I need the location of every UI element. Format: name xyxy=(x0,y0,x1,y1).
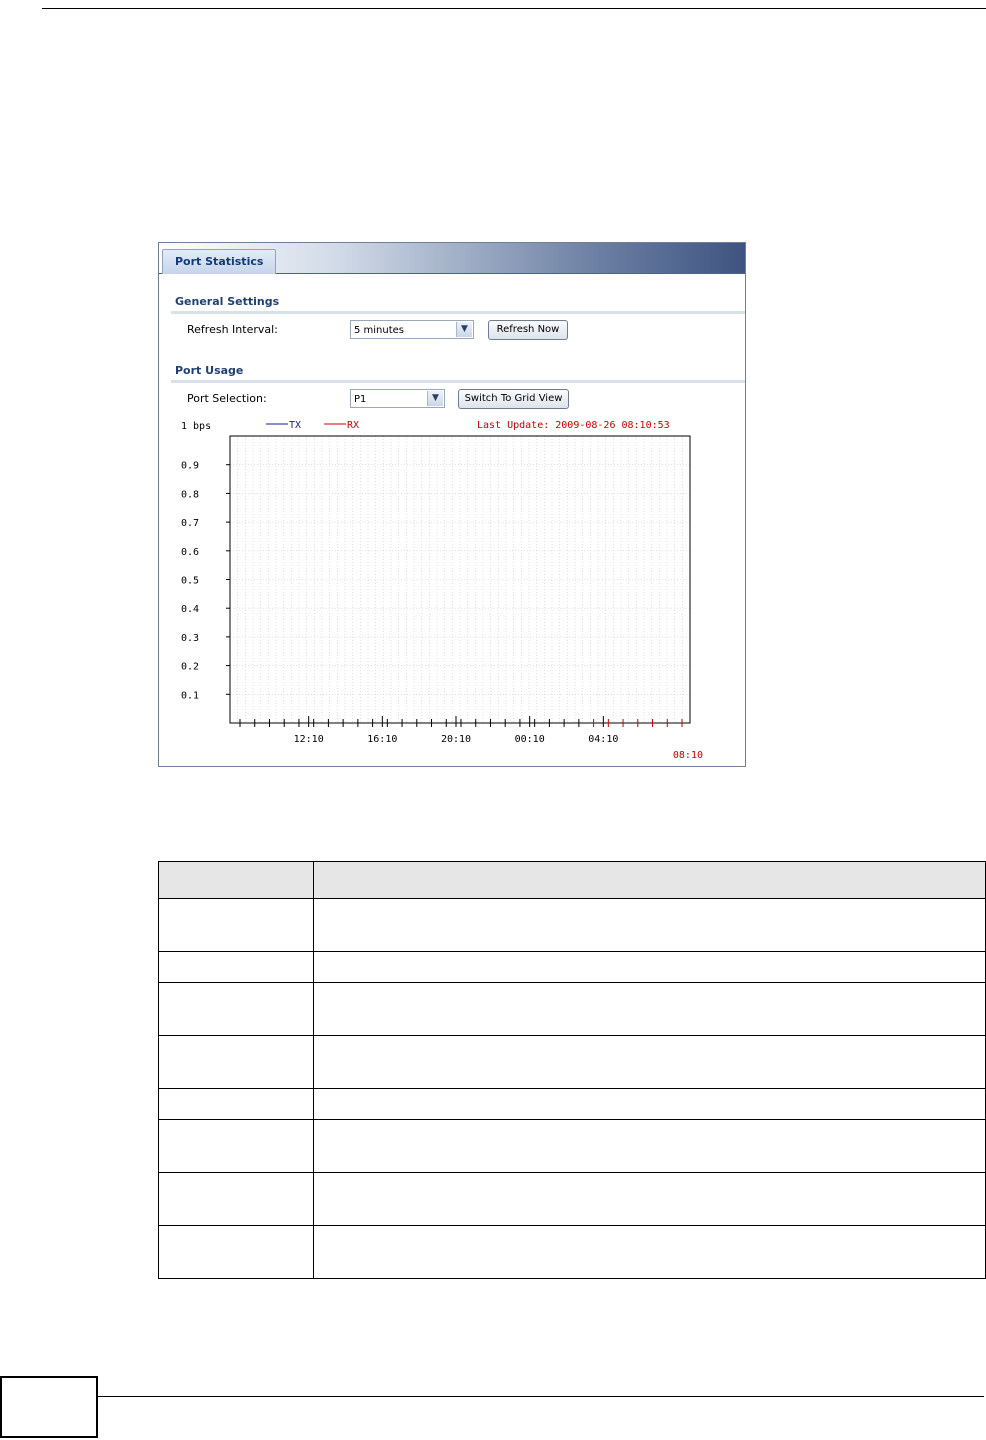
refresh-interval-label: Refresh Interval: xyxy=(187,323,278,336)
y-axis: 0.9 0.8 0.7 0.6 0.5 0.4 0.3 0.2 0.1 1 bps xyxy=(181,421,230,701)
table-row xyxy=(158,898,986,952)
port-usage-title: Port Usage xyxy=(175,364,244,377)
table-row xyxy=(158,951,986,983)
table-row xyxy=(158,1119,986,1173)
table-cell-description xyxy=(313,1088,986,1120)
table-cell-description xyxy=(313,1119,986,1173)
y-tick-label: 0.3 xyxy=(181,633,199,644)
table-cell-label xyxy=(158,1088,314,1120)
switch-to-grid-view-button[interactable]: Switch To Grid View xyxy=(458,389,569,409)
table-cell-description xyxy=(313,1172,986,1226)
table-cell-label xyxy=(158,1172,314,1226)
footer-rule xyxy=(98,1396,984,1397)
chevron-down-icon[interactable]: ▼ xyxy=(456,322,472,337)
table-row xyxy=(158,1225,986,1279)
table-header-label xyxy=(158,861,314,899)
table-cell-description xyxy=(313,982,986,1036)
page-number-box xyxy=(0,1376,98,1438)
y-tick-label: 0.9 xyxy=(181,461,199,472)
x-tick-label: 16:10 xyxy=(367,734,397,745)
general-settings-title: General Settings xyxy=(175,295,280,308)
table-cell-label xyxy=(158,951,314,983)
port-selection-select[interactable]: P1 ▼ xyxy=(350,389,445,408)
table-cell-label xyxy=(158,1035,314,1089)
port-selection-value: P1 xyxy=(354,394,367,405)
table-row xyxy=(158,982,986,1036)
panel-header: Port Statistics xyxy=(159,243,745,274)
port-usage-chart: 0.9 0.8 0.7 0.6 0.5 0.4 0.3 0.2 0.1 1 bps 12:10 16… xyxy=(181,420,703,761)
table-cell-label xyxy=(158,1119,314,1173)
x-tick-label: 00:10 xyxy=(515,734,545,745)
table-header-row xyxy=(158,861,986,899)
x-tick-label: 12:10 xyxy=(294,734,324,745)
y-axis-label: 1 bps xyxy=(181,421,211,432)
port-selection-label: Port Selection: xyxy=(187,392,267,405)
section-divider xyxy=(171,311,745,314)
y-tick-label: 0.8 xyxy=(181,489,199,500)
y-tick-label: 0.4 xyxy=(181,604,199,615)
x-tick-label: 20:10 xyxy=(441,734,471,745)
table-cell-description xyxy=(313,1035,986,1089)
x-tick-label: 04:10 xyxy=(588,734,618,745)
chevron-down-icon[interactable]: ▼ xyxy=(427,391,443,406)
table-row xyxy=(158,1088,986,1120)
table-row xyxy=(158,1172,986,1226)
table-row xyxy=(158,1035,986,1089)
table-cell-description xyxy=(313,1225,986,1279)
last-update-label: Last Update: 2009-08-26 08:10:53 xyxy=(477,420,670,431)
x-current-time-label: 08:10 xyxy=(673,750,703,761)
field-description-table xyxy=(158,861,986,1279)
y-tick-label: 0.2 xyxy=(181,662,199,673)
y-tick-label: 0.7 xyxy=(181,518,199,529)
port-statistics-panel: Port Statistics General Settings Refresh… xyxy=(158,242,746,767)
refresh-now-button[interactable]: Refresh Now xyxy=(488,320,568,340)
y-tick-label: 0.5 xyxy=(181,576,199,587)
refresh-interval-select[interactable]: 5 minutes ▼ xyxy=(350,320,474,339)
legend-label-rx: RX xyxy=(347,420,359,431)
table-cell-label xyxy=(158,1225,314,1279)
table-cell-description xyxy=(313,898,986,952)
legend-label-tx: TX xyxy=(289,420,301,431)
chart-grid xyxy=(230,436,690,723)
top-rule xyxy=(42,8,986,9)
table-cell-label xyxy=(158,982,314,1036)
section-divider xyxy=(171,380,745,383)
refresh-interval-value: 5 minutes xyxy=(354,325,405,336)
table-cell-description xyxy=(313,951,986,983)
table-cell-label xyxy=(158,898,314,952)
y-tick-label: 0.6 xyxy=(181,547,199,558)
table-header-description xyxy=(313,861,986,899)
tab-port-statistics[interactable]: Port Statistics xyxy=(162,249,277,274)
y-tick-label: 0.1 xyxy=(181,690,199,701)
chart-legend: TX RX Last Update: 2009-08-26 08:10:53 xyxy=(266,420,670,431)
